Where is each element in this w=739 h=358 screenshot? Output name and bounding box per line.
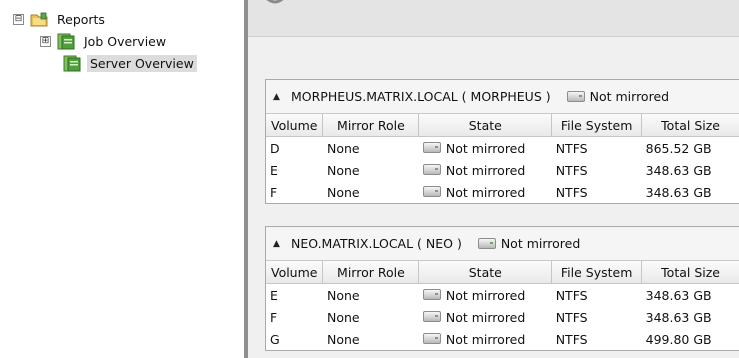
disk-icon	[422, 185, 441, 197]
cell-file-system: NTFS	[555, 140, 588, 156]
table-row[interactable]: D None Not mirrored NTFS 865.52 GB	[266, 137, 739, 160]
cell-total-size: 348.63 GB	[645, 184, 712, 200]
cell-state-text: Not mirrored	[445, 140, 526, 156]
cell-mirror-role: None	[326, 309, 360, 325]
cell-total-size: 499.80 GB	[645, 331, 712, 347]
cell-volume: F	[270, 184, 278, 200]
disk-icon	[422, 310, 441, 322]
column-header-file-system[interactable]: File System	[551, 114, 643, 137]
cell-mirror-role: None	[326, 287, 360, 303]
tree-node-server-overview[interactable]: Server Overview	[55, 53, 197, 73]
cell-file-system: NTFS	[555, 331, 588, 347]
tree-node-reports[interactable]: ⊟ Reports	[13, 9, 108, 29]
cell-state: Not mirrored	[419, 137, 552, 160]
cell-state-text: Not mirrored	[445, 184, 526, 200]
cell-state-text: Not mirrored	[445, 287, 526, 303]
cell-mirror-role: None	[326, 162, 360, 178]
cell-file-system: NTFS	[555, 309, 588, 325]
cell-state: Not mirrored	[419, 284, 552, 307]
tree-label-job-overview: Job Overview	[84, 33, 167, 49]
disk-icon	[422, 332, 441, 344]
expand-toggle-icon[interactable]: ⊞	[40, 35, 51, 47]
cell-state-text: Not mirrored	[445, 309, 526, 325]
cell-state: Not mirrored	[419, 159, 552, 181]
tree-label-reports: Reports	[57, 11, 105, 27]
tree-label-server-overview: Server Overview	[87, 54, 197, 72]
cell-volume: D	[270, 140, 280, 156]
server-name: NEO.MATRIX.LOCAL ( NEO )	[291, 236, 462, 251]
cell-state: Not mirrored	[419, 181, 552, 203]
server-panel-morpheus: ▲ MORPHEUS.MATRIX.LOCAL ( MORPHEUS ) Not…	[265, 79, 739, 204]
cell-file-system: NTFS	[555, 162, 588, 178]
collapse-arrow-icon[interactable]: ▲	[273, 92, 283, 102]
column-header-total-size[interactable]: Total Size	[641, 261, 739, 284]
server-status-text: Not mirrored	[500, 236, 581, 251]
column-header-volume[interactable]: Volume	[266, 114, 324, 137]
report-tree: ⊟ Reports ⊞ Job Overview Server Overview	[0, 0, 244, 358]
server-status-text: Not mirrored	[589, 89, 670, 104]
cell-state: Not mirrored	[419, 328, 552, 350]
volume-table: Volume Mirror Role State File System Tot…	[266, 114, 739, 203]
table-row[interactable]: E None Not mirrored NTFS 348.63 GB	[266, 284, 739, 307]
server-status: Not mirrored	[477, 236, 581, 251]
volume-table: Volume Mirror Role State File System Tot…	[266, 261, 739, 350]
cell-volume: E	[270, 162, 278, 178]
disk-icon	[566, 91, 585, 102]
server-name: MORPHEUS.MATRIX.LOCAL ( MORPHEUS )	[291, 89, 551, 104]
collapse-toggle-icon[interactable]: ⊟	[13, 13, 24, 25]
column-header-file-system[interactable]: File System	[551, 261, 643, 284]
cell-total-size: 865.52 GB	[645, 140, 712, 156]
column-header-state[interactable]: State	[418, 261, 553, 284]
cell-file-system: NTFS	[555, 287, 588, 303]
disk-icon	[422, 141, 441, 153]
cell-volume: E	[270, 287, 278, 303]
report-icon	[63, 55, 81, 72]
table-row[interactable]: F None Not mirrored NTFS 348.63 GB	[266, 181, 739, 203]
report-toolbar	[248, 0, 739, 37]
disk-icon	[422, 288, 441, 300]
report-view: ▲ MORPHEUS.MATRIX.LOCAL ( MORPHEUS ) Not…	[248, 0, 739, 358]
table-row[interactable]: E None Not mirrored NTFS 348.63 GB	[266, 159, 739, 181]
disk-icon	[422, 163, 441, 175]
cell-mirror-role: None	[326, 140, 360, 156]
column-header-volume[interactable]: Volume	[266, 261, 324, 284]
cell-total-size: 348.63 GB	[645, 309, 712, 325]
report-header-icon	[266, 0, 284, 4]
cell-volume: G	[270, 331, 280, 347]
cell-mirror-role: None	[326, 331, 360, 347]
disk-icon	[477, 238, 496, 249]
server-header: ▲ NEO.MATRIX.LOCAL ( NEO ) Not mirrored	[266, 227, 739, 261]
table-row[interactable]: G None Not mirrored NTFS 499.80 GB	[266, 328, 739, 350]
column-header-total-size[interactable]: Total Size	[641, 114, 739, 137]
cell-total-size: 348.63 GB	[645, 287, 712, 303]
collapse-arrow-icon[interactable]: ▲	[273, 239, 283, 249]
server-status: Not mirrored	[566, 89, 670, 104]
table-row[interactable]: F None Not mirrored NTFS 348.63 GB	[266, 306, 739, 328]
column-header-mirror-role[interactable]: Mirror Role	[322, 261, 420, 284]
column-header-mirror-role[interactable]: Mirror Role	[322, 114, 420, 137]
column-header-state[interactable]: State	[418, 114, 553, 137]
folder-icon	[30, 12, 48, 27]
server-header: ▲ MORPHEUS.MATRIX.LOCAL ( MORPHEUS ) Not…	[266, 80, 739, 114]
report-icon	[57, 33, 75, 50]
tree-node-job-overview[interactable]: ⊞ Job Overview	[40, 31, 169, 51]
cell-volume: F	[270, 309, 278, 325]
cell-total-size: 348.63 GB	[645, 162, 712, 178]
cell-file-system: NTFS	[555, 184, 588, 200]
server-panel-neo: ▲ NEO.MATRIX.LOCAL ( NEO ) Not mirrored …	[265, 226, 739, 351]
cell-state: Not mirrored	[419, 306, 552, 328]
cell-state-text: Not mirrored	[445, 162, 526, 178]
cell-mirror-role: None	[326, 184, 360, 200]
cell-state-text: Not mirrored	[445, 331, 526, 347]
